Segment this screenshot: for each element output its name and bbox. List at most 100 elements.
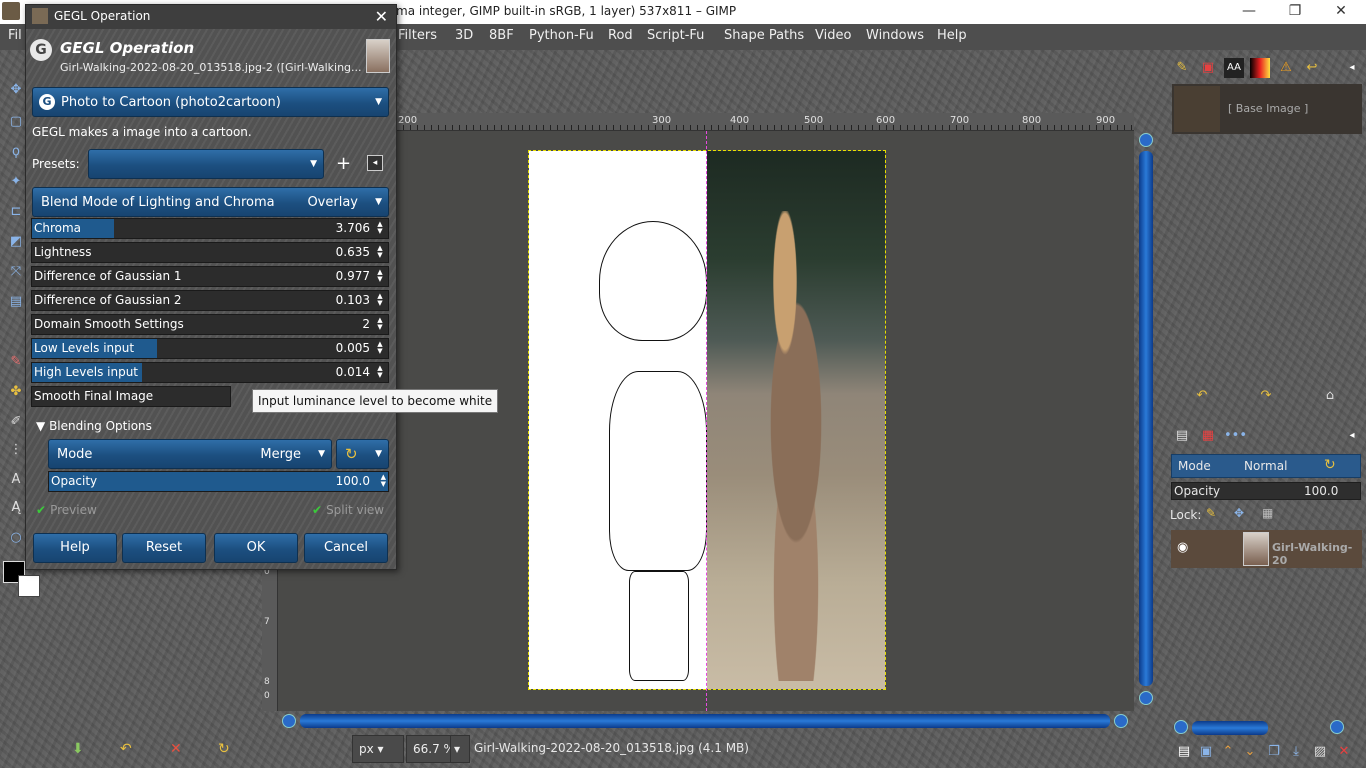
dock-menu-icon[interactable]: ◂: [1342, 58, 1362, 78]
cancel-button[interactable]: Cancel: [304, 533, 388, 563]
scroll-down-button[interactable]: [1139, 691, 1153, 705]
add-preset-button[interactable]: +: [336, 153, 351, 174]
menu-filters[interactable]: Filters: [398, 28, 437, 43]
layer-visibility-eye-icon[interactable]: ◉: [1177, 540, 1188, 555]
layer-opacity-slider[interactable]: Opacity 100.0: [1171, 482, 1361, 500]
operation-select[interactable]: G Photo to Cartoon (photo2cartoon) ▼: [32, 87, 389, 117]
align-tool-icon[interactable]: ▤: [8, 294, 24, 310]
layer-item[interactable]: ◉ Girl-Walking-20: [1171, 530, 1362, 568]
maximize-button[interactable]: ❐: [1272, 0, 1318, 24]
transform-tool-icon[interactable]: ◩: [8, 234, 24, 250]
move-tool-icon[interactable]: ✥: [8, 82, 24, 98]
smooth-final-image-slider[interactable]: Smooth Final Image: [31, 386, 231, 407]
menu-shape-paths[interactable]: Shape Paths: [724, 28, 804, 43]
brush-icon[interactable]: ✎: [1172, 58, 1192, 78]
layer-mode-reset-icon[interactable]: ↻: [1324, 457, 1336, 473]
layer-mode-combo[interactable]: Mode Normal ↻: [1171, 454, 1361, 478]
zoom-dropdown-button[interactable]: ▾: [450, 735, 470, 763]
presets-combo[interactable]: ▼: [88, 149, 324, 179]
spin-arrows-icon[interactable]: ▲ ▼: [381, 474, 386, 488]
spin-arrows-icon[interactable]: ▲ ▼: [374, 365, 386, 380]
menu-video[interactable]: Video: [815, 28, 851, 43]
undo-history-icon[interactable]: ↶: [1192, 386, 1212, 406]
rect-select-tool-icon[interactable]: ▢: [8, 114, 24, 130]
close-window-button[interactable]: ✕: [1318, 0, 1364, 24]
opacity-slider[interactable]: Opacity 100.0 ▲ ▼: [48, 471, 389, 492]
menu-help[interactable]: Help: [937, 28, 967, 43]
unit-select[interactable]: px ▾: [352, 735, 404, 763]
preview-checkbox[interactable]: ✔ Preview: [36, 503, 97, 517]
layers-icon[interactable]: ▤: [1172, 426, 1192, 446]
zoom-tool-icon[interactable]: ○: [8, 530, 24, 546]
eraser-tool-icon[interactable]: ✎: [8, 354, 24, 370]
dialog-close-button[interactable]: ✕: [375, 7, 388, 26]
reset-button[interactable]: Reset: [122, 533, 206, 563]
lock-position-icon[interactable]: ✥: [1234, 506, 1244, 520]
spin-arrows-icon[interactable]: ▲ ▼: [374, 221, 386, 236]
high-levels-slider[interactable]: High Levels input 0.014 ▲ ▼: [31, 362, 389, 383]
dog1-slider[interactable]: Difference of Gaussian 1 0.977 ▲ ▼: [31, 266, 389, 287]
split-view-guide[interactable]: [706, 131, 707, 711]
warp-tool-icon[interactable]: ⤧: [8, 264, 24, 280]
raise-layer-icon[interactable]: ⌃: [1218, 742, 1238, 762]
pattern-icon[interactable]: ▣: [1198, 58, 1218, 78]
text-tool-icon[interactable]: A: [8, 472, 24, 488]
smudge-tool-icon[interactable]: ✐: [8, 414, 24, 430]
mask-icon[interactable]: ▨: [1310, 742, 1330, 762]
reset-icon[interactable]: ↻: [218, 741, 230, 757]
vertical-scrollbar[interactable]: [1136, 131, 1156, 711]
more-tools-icon[interactable]: ⋮: [8, 442, 24, 458]
merge-down-icon[interactable]: ⤓: [1286, 742, 1306, 762]
image-preview[interactable]: [528, 150, 886, 690]
lasso-tool-icon[interactable]: ϙ: [8, 144, 24, 160]
spin-arrows-icon[interactable]: ▲ ▼: [374, 245, 386, 260]
menu-3d[interactable]: 3D: [455, 28, 473, 43]
paths-icon[interactable]: •••: [1224, 426, 1247, 446]
blend-mode-combo[interactable]: Blend Mode of Lighting and Chroma Overla…: [32, 187, 389, 217]
lightness-slider[interactable]: Lightness 0.635 ▲ ▼: [31, 242, 389, 263]
split-view-checkbox[interactable]: ✔ Split view: [312, 503, 384, 517]
domain-smooth-slider[interactable]: Domain Smooth Settings 2 ▲ ▼: [31, 314, 389, 335]
spin-arrows-icon[interactable]: ▲ ▼: [374, 341, 386, 356]
layers-scroll-left-button[interactable]: [1174, 720, 1188, 734]
chroma-slider[interactable]: Chroma 3.706 ▲ ▼: [31, 218, 389, 239]
background-color-swatch[interactable]: [18, 575, 40, 597]
lower-layer-icon[interactable]: ⌄: [1240, 742, 1260, 762]
presets-menu-icon[interactable]: ◂: [367, 155, 383, 171]
horizontal-scrollbar[interactable]: [280, 711, 1136, 731]
low-levels-slider[interactable]: Low Levels input 0.005 ▲ ▼: [31, 338, 389, 359]
blending-options-expander[interactable]: ▼ Blending Options: [36, 419, 152, 433]
menu-rod[interactable]: Rod: [608, 28, 633, 43]
gradient-icon[interactable]: [1250, 58, 1270, 78]
menu-python-fu[interactable]: Python-Fu: [529, 28, 594, 43]
scroll-right-button[interactable]: [1114, 714, 1128, 728]
spin-arrows-icon[interactable]: ▲ ▼: [374, 293, 386, 308]
undo-icon[interactable]: ↶: [120, 741, 132, 757]
layers-scroll-thumb[interactable]: [1192, 721, 1268, 735]
vertical-scroll-thumb[interactable]: [1139, 151, 1153, 686]
lock-pixels-icon[interactable]: ✎: [1206, 506, 1216, 520]
spin-arrows-icon[interactable]: ▲ ▼: [374, 317, 386, 332]
clear-history-icon[interactable]: ⌂: [1320, 386, 1340, 406]
help-button[interactable]: Help: [33, 533, 117, 563]
layers-menu-icon[interactable]: ◂: [1342, 426, 1362, 446]
dog2-slider[interactable]: Difference of Gaussian 2 0.103 ▲ ▼: [31, 290, 389, 311]
clone-tool-icon[interactable]: ✤: [8, 384, 24, 400]
warning-icon[interactable]: ⚠: [1276, 58, 1296, 78]
menu-file[interactable]: Fil: [8, 28, 22, 43]
mode-reset-button[interactable]: ↻ ▼: [336, 439, 389, 469]
ok-button[interactable]: OK: [214, 533, 298, 563]
new-layer-icon[interactable]: ▤: [1174, 742, 1194, 762]
minimize-button[interactable]: —: [1226, 0, 1272, 24]
spin-arrows-icon[interactable]: ▲ ▼: [374, 269, 386, 284]
crop-tool-icon[interactable]: ⊏: [8, 204, 24, 220]
scroll-left-button[interactable]: [282, 714, 296, 728]
menu-8bf[interactable]: 8BF: [489, 28, 514, 43]
export-icon[interactable]: ⬇: [72, 741, 84, 757]
delete-icon[interactable]: ✕: [170, 741, 182, 757]
font-icon[interactable]: AA: [1224, 58, 1244, 78]
redo-history-icon[interactable]: ↷: [1256, 386, 1276, 406]
lock-alpha-icon[interactable]: ▦: [1262, 506, 1273, 520]
menu-windows[interactable]: Windows: [866, 28, 924, 43]
history-icon[interactable]: ↩: [1302, 58, 1322, 78]
